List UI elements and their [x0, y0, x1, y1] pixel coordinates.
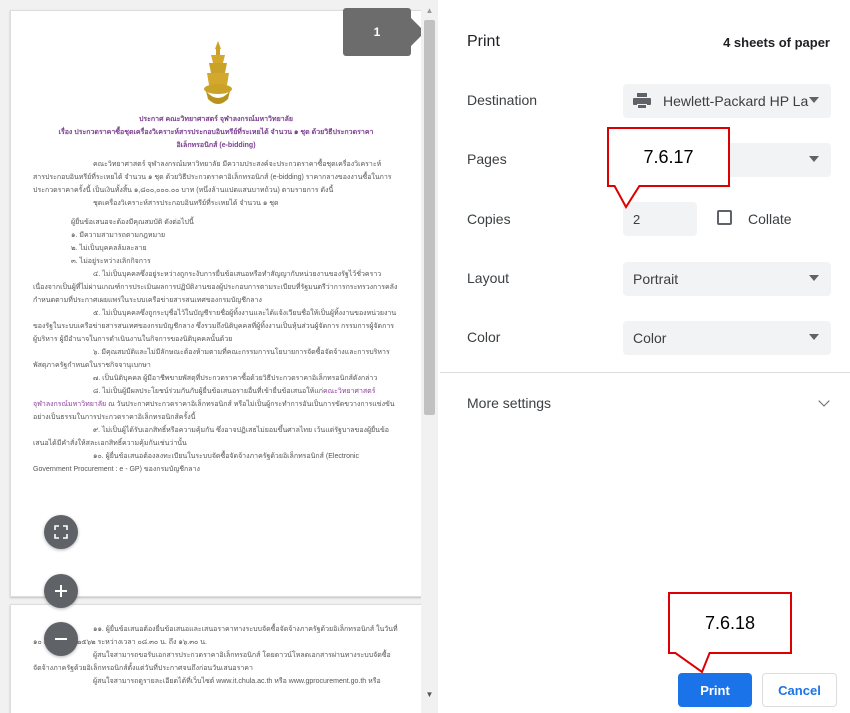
doc-paragraph: ผู้สนใจสามารถดูรายละเอียดได้ที่เว็บไซต์ …: [93, 678, 381, 685]
callout-label: 7.6.17: [643, 146, 694, 167]
doc-list-item: ๒. ไม่เป็นบุคคลล้มละลาย: [71, 245, 147, 252]
doc-list-item: ๑. มีความสามารถตามกฎหมาย: [71, 232, 166, 239]
doc-paragraph: ๖. มีคุณสมบัติและไม่มีลักษณะต้องห้ามตามท…: [33, 349, 390, 369]
doc-title-1: ประกาศ คณะวิทยาศาสตร์ จุฬาลงกรณ์มหาวิทยา…: [138, 116, 294, 123]
minus-icon: [55, 638, 67, 640]
dropdown-arrow-icon: [809, 97, 819, 103]
cancel-button[interactable]: Cancel: [762, 673, 837, 707]
more-settings-toggle[interactable]: More settings: [467, 395, 551, 411]
printer-icon: [633, 93, 651, 109]
color-value: Color: [633, 330, 667, 346]
callout-label: 7.6.18: [704, 612, 756, 633]
doc-paragraph: ๙. ไม่เป็นผู้ได้รับเอกสิทธิ์หรือความคุ้ม…: [33, 427, 389, 447]
dropdown-arrow-icon: [809, 156, 819, 162]
pages-label: Pages: [467, 151, 507, 167]
preview-page-1: ประกาศ คณะวิทยาศาสตร์ จุฬาลงกรณ์มหาวิทยา…: [10, 10, 422, 597]
doc-paragraph: ๕. ไม่เป็นบุคคลซึ่งถูกระบุชื่อไว้ในบัญชี…: [33, 310, 397, 343]
dropdown-arrow-icon: [809, 334, 819, 340]
collate-label: Collate: [748, 211, 792, 227]
chula-logo: [204, 41, 232, 104]
collate-checkbox[interactable]: [717, 210, 732, 225]
doc-paragraph: ๑๑. ผู้ยื่นข้อเสนอต้องยื่นข้อเสนอและเสนอ…: [33, 626, 398, 646]
print-preview: ประกาศ คณะวิทยาศาสตร์ จุฬาลงกรณ์มหาวิทยา…: [0, 0, 438, 713]
doc-paragraph: ๗. เป็นนิติบุคคล ผู้มีอาชีพขายพัสดุที่ปร…: [93, 375, 378, 382]
layout-select[interactable]: Portrait: [623, 262, 831, 296]
scroll-up-arrow-icon[interactable]: ▲: [421, 6, 438, 18]
destination-value: Hewlett-Packard HP La: [663, 93, 809, 109]
doc-paragraph: ๘. ไม่เป็นผู้มีผลประโยชน์ร่วมกันกับผู้ยื…: [33, 385, 399, 424]
fit-to-page-button[interactable]: [44, 515, 78, 549]
doc-paragraph: ๑๐. ผู้ยื่นข้อเสนอต้องลงทะเบียนในระบบจัด…: [33, 453, 359, 473]
scroll-down-arrow-icon[interactable]: ▼: [421, 690, 438, 702]
preview-page-2: ๑๑. ผู้ยื่นข้อเสนอต้องยื่นข้อเสนอและเสนอ…: [10, 604, 422, 713]
zoom-in-button[interactable]: [44, 574, 78, 608]
doc-paragraph: คณะวิทยาศาสตร์ จุฬาลงกรณ์มหาวิทยาลัย มีค…: [33, 161, 392, 194]
page-number-badge: 1: [343, 8, 425, 56]
sheet-count: 4 sheets of paper: [723, 35, 830, 50]
doc-text: ๘. ไม่เป็นผู้มีผลประโยชน์ร่วมกันกับผู้ยื…: [93, 388, 323, 395]
divider: [440, 372, 850, 373]
print-button[interactable]: Print: [678, 673, 752, 707]
color-select[interactable]: Color: [623, 321, 831, 355]
page-number: 1: [373, 25, 381, 39]
doc-paragraph: ผู้ยื่นข้อเสนอจะต้องมีคุณสมบัติ ดังต่อไป…: [71, 219, 194, 226]
scrollbar-thumb[interactable]: [424, 20, 435, 415]
preview-scrollbar[interactable]: ▲ ▼: [421, 0, 438, 713]
layout-value: Portrait: [633, 271, 679, 287]
doc-title-2: เรื่อง ประกวดราคาซื้อชุดเครื่องวิเคราะห์…: [58, 129, 374, 136]
callout-pointer: [613, 185, 641, 209]
doc-title-3: อิเล็กทรอนิกส์ (e-bidding): [176, 142, 256, 149]
dropdown-arrow-icon: [809, 275, 819, 281]
document-body-page-2: ๑๑. ผู้ยื่นข้อเสนอต้องยื่นข้อเสนอและเสนอ…: [33, 623, 399, 688]
annotation-callout-pages: 7.6.17: [607, 127, 730, 187]
destination-select[interactable]: Hewlett-Packard HP La: [623, 84, 831, 118]
dialog-title: Print: [467, 33, 500, 50]
doc-paragraph: ๔. ไม่เป็นบุคคลซึ่งอยู่ระหว่างถูกระงับกา…: [33, 271, 398, 304]
chevron-down-icon[interactable]: [818, 395, 830, 407]
doc-paragraph: ชุดเครื่องวิเคราะห์สารประกอบอินทรีย์ที่ร…: [93, 200, 279, 207]
annotation-callout-print: 7.6.18: [668, 592, 792, 654]
doc-paragraph: ผู้สนใจสามารถขอรับเอกสารประกวดราคาอิเล็ก…: [33, 652, 391, 672]
destination-label: Destination: [467, 92, 538, 108]
zoom-out-button[interactable]: [44, 622, 78, 656]
layout-label: Layout: [467, 270, 510, 286]
plus-icon: [55, 585, 67, 597]
color-label: Color: [467, 329, 501, 345]
copies-label: Copies: [467, 211, 511, 227]
fit-to-page-icon: [54, 525, 68, 539]
doc-list-item: ๓. ไม่อยู่ระหว่างเลิกกิจการ: [71, 258, 151, 265]
document-body: ประกาศ คณะวิทยาศาสตร์ จุฬาลงกรณ์มหาวิทยา…: [33, 113, 399, 476]
callout-pointer: [673, 652, 711, 674]
